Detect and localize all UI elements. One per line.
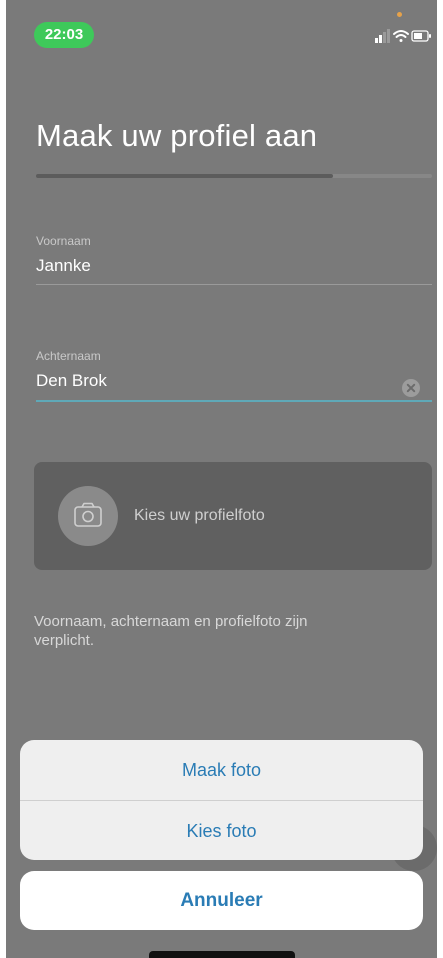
photo-placeholder (58, 486, 118, 546)
camera-icon (74, 502, 102, 527)
first-name-field[interactable]: Voornaam Jannke (36, 234, 432, 285)
progress-fill (36, 174, 333, 178)
signal-icon (375, 29, 390, 43)
first-name-value[interactable]: Jannke (36, 256, 432, 276)
last-name-label: Achternaam (36, 349, 101, 363)
required-fields-hint: Voornaam, achternaam en profielfoto zijn… (34, 613, 308, 649)
app-screen: 22:03 Maak uw profiel aan Voornaam Jannk… (6, 0, 437, 958)
choose-photo-button[interactable]: Kies foto (20, 801, 423, 860)
cancel-button[interactable]: Annuleer (20, 871, 423, 930)
photo-picker-label: Kies uw profielfoto (134, 507, 265, 524)
privacy-indicator-dot (397, 12, 402, 17)
wifi-icon (393, 30, 409, 42)
first-name-underline (36, 284, 432, 285)
clear-input-icon[interactable] (402, 379, 420, 397)
last-name-underline (36, 400, 432, 402)
profile-photo-picker[interactable]: Kies uw profielfoto (34, 462, 432, 570)
last-name-field[interactable]: Achternaam Den Brok (36, 349, 432, 402)
page-title: Maak uw profiel aan (36, 118, 318, 153)
take-photo-button[interactable]: Maak foto (20, 740, 423, 800)
status-time: 22:03 (34, 22, 94, 48)
home-indicator (149, 951, 295, 958)
action-sheet: Maak foto Kies foto (20, 740, 423, 860)
first-name-label: Voornaam (36, 234, 91, 248)
progress-bar (36, 174, 432, 178)
last-name-value[interactable]: Den Brok (36, 371, 432, 391)
battery-icon (411, 30, 431, 42)
status-icons (375, 29, 431, 43)
